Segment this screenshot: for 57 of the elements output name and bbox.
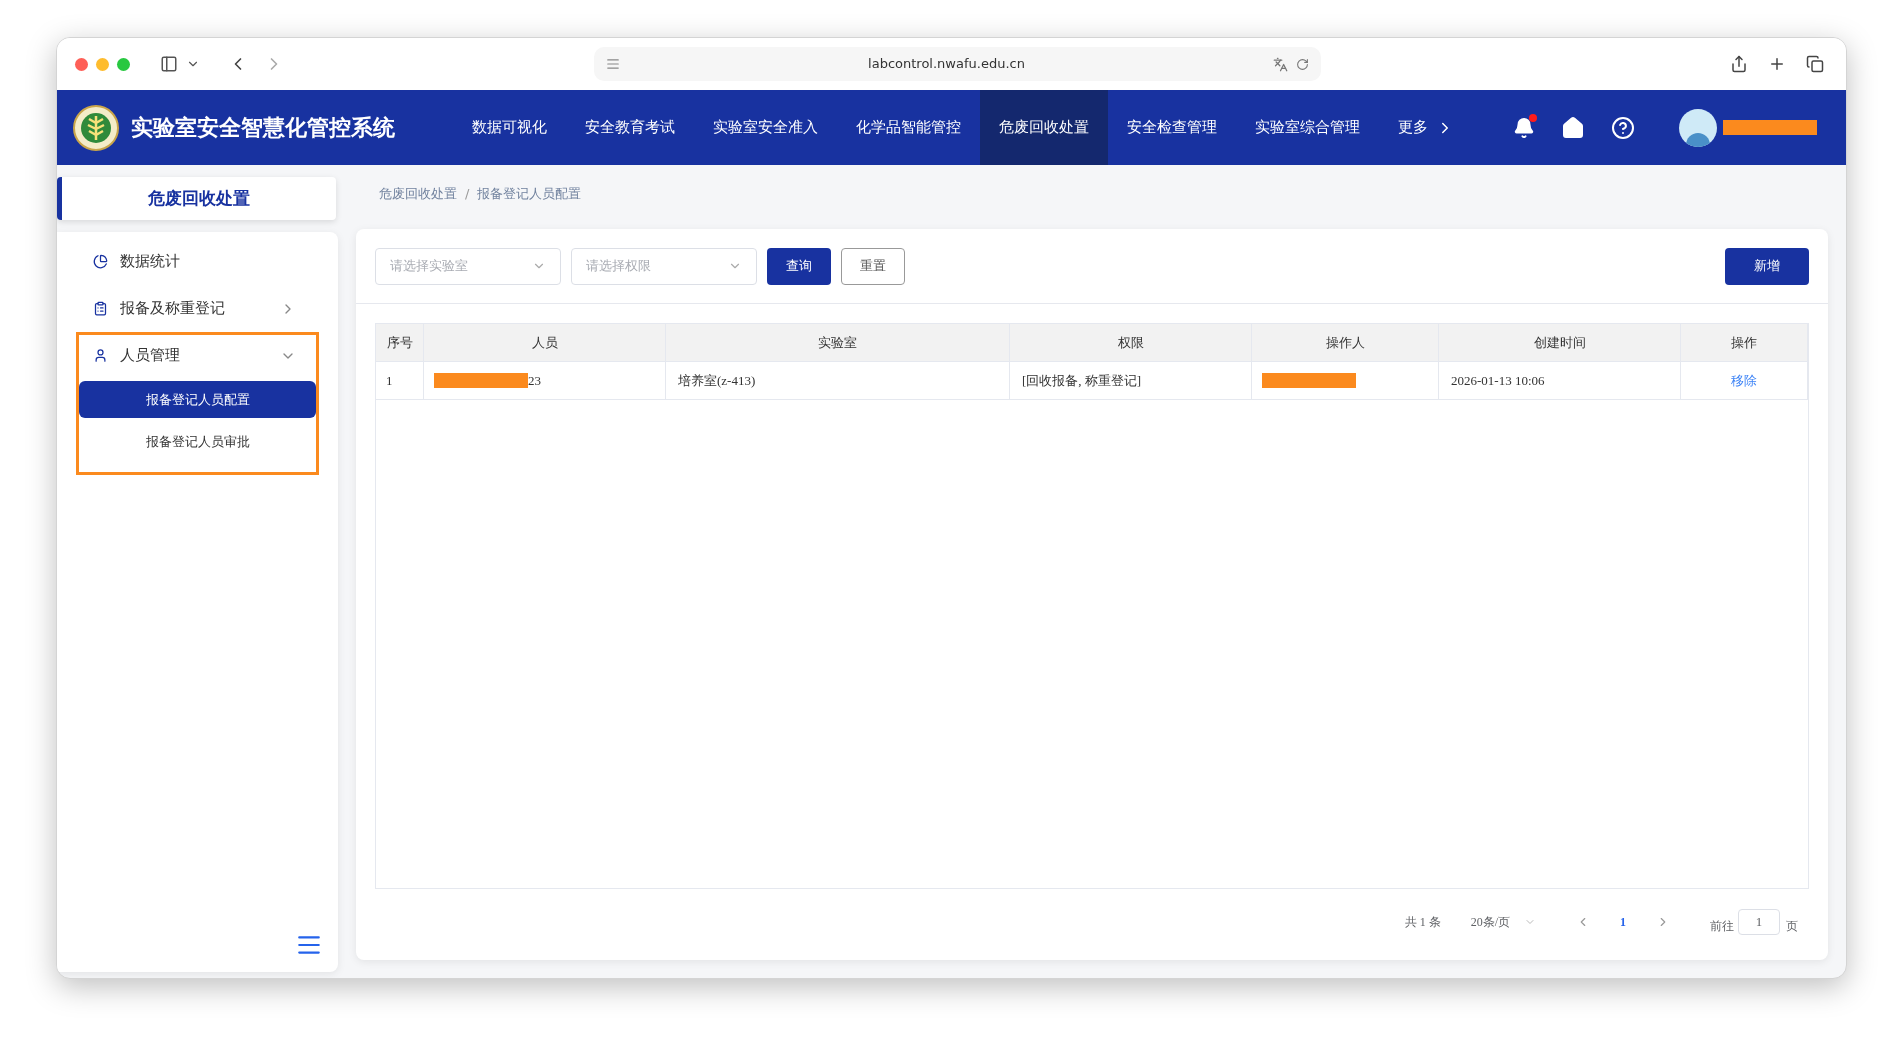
nav-tab[interactable]: 安全检查管理 — [1108, 90, 1236, 165]
nav-tab[interactable]: 实验室安全准入 — [694, 90, 837, 165]
table-cell-text: 2026-01-13 10:06 — [1451, 371, 1545, 390]
column-header: 序号 — [376, 324, 424, 361]
column-header: 人员 — [424, 324, 666, 361]
nav-tab[interactable]: 化学品智能管控 — [837, 90, 980, 165]
avatar[interactable] — [1679, 108, 1717, 147]
new-tab-icon[interactable] — [1768, 55, 1786, 73]
sidebar-icon[interactable] — [160, 55, 178, 73]
nav-tab[interactable]: 危废回收处置 — [980, 90, 1108, 165]
sidebar-title: 危废回收处置 — [57, 177, 336, 220]
nav-tab[interactable]: 数据可视化 — [453, 90, 566, 165]
nav-tab[interactable]: 安全教育考试 — [566, 90, 694, 165]
sidebar-item[interactable]: 报备及称重登记 — [79, 288, 316, 329]
tabs-icon[interactable] — [1806, 55, 1824, 73]
table-cell-text: 23 — [528, 371, 541, 390]
breadcrumb-link[interactable]: 危废回收处置 — [379, 184, 457, 204]
remove-link[interactable]: 移除 — [1731, 370, 1757, 391]
table-cell-text: 培养室(z-413) — [678, 371, 756, 390]
nav-tab[interactable]: 实验室综合管理 — [1236, 90, 1379, 165]
table-cell-text: [回收报备, 称重登记] — [1022, 371, 1142, 390]
sidebar-item[interactable]: 数据统计 — [79, 241, 316, 282]
column-header: 权限 — [1010, 324, 1252, 361]
sidebar-item-icon — [93, 301, 108, 316]
reset-button[interactable]: 重置 — [841, 247, 905, 285]
page-input[interactable]: 1 — [1738, 909, 1780, 935]
column-header: 操作人 — [1252, 324, 1439, 361]
nav-tab[interactable]: 更多 — [1379, 90, 1473, 165]
breadcrumb-separator: / — [465, 185, 470, 204]
address-bar[interactable]: labcontrol.nwafu.edu.cn — [594, 47, 1321, 81]
bell-icon[interactable] — [1513, 116, 1535, 139]
translate-icon[interactable] — [1273, 56, 1288, 72]
submenu-item[interactable]: 报备登记人员配置 — [79, 381, 316, 418]
column-header: 操作 — [1681, 324, 1808, 361]
submenu-item[interactable]: 报备登记人员审批 — [79, 423, 316, 460]
breadcrumb-link[interactable]: 报备登记人员配置 — [477, 184, 582, 204]
query-button[interactable]: 查询 — [767, 247, 831, 285]
url-text: labcontrol.nwafu.edu.cn — [867, 55, 1026, 74]
app-title: 实验室安全智慧化管控系统 — [131, 114, 395, 142]
page-icon — [606, 57, 620, 71]
sidebar-item-icon — [93, 348, 108, 363]
goto-label: 前往 — [1710, 918, 1734, 935]
table-cell-text: 1 — [386, 371, 393, 390]
column-header: 创建时间 — [1439, 324, 1681, 361]
sidebar-item-icon — [93, 254, 108, 269]
reload-icon[interactable] — [1296, 57, 1309, 71]
help-icon[interactable] — [1611, 115, 1635, 140]
page-size-select[interactable]: 20条/页 — [1470, 913, 1536, 931]
sidebar-item[interactable]: 人员管理 — [79, 335, 316, 376]
page-number[interactable]: 1 — [1620, 913, 1626, 931]
column-header: 实验室 — [666, 324, 1010, 361]
share-icon[interactable] — [1730, 55, 1748, 73]
total-count: 共 1 条 — [1404, 914, 1441, 931]
add-button[interactable]: 新增 — [1725, 247, 1809, 285]
home-icon[interactable] — [1561, 115, 1585, 140]
logo-icon — [73, 104, 119, 151]
goto-label: 页 — [1786, 918, 1798, 935]
